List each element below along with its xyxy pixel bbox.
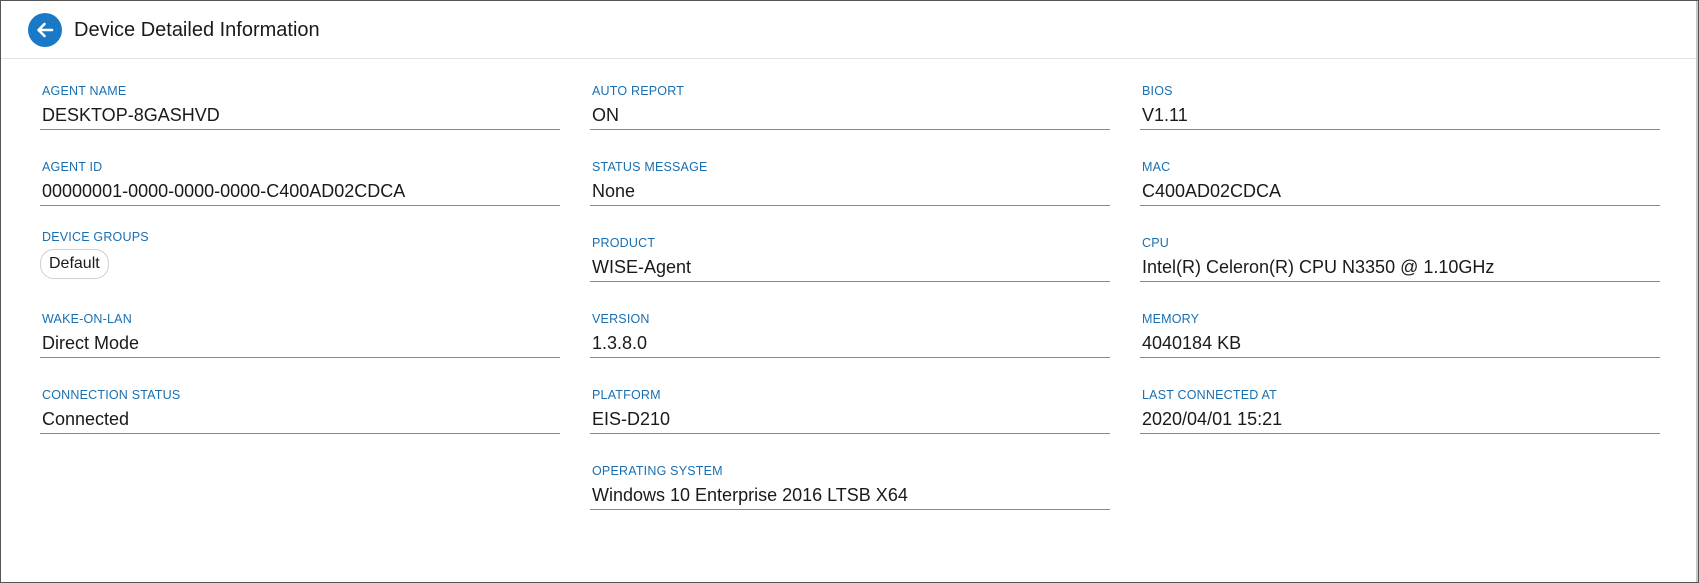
device-group-chip[interactable]: Default (40, 249, 109, 279)
field-agent-id: AGENT ID 00000001-0000-0000-0000-C400AD0… (40, 159, 560, 235)
field-last-connected-at: LAST CONNECTED AT 2020/04/01 15:21 (1140, 387, 1660, 463)
info-column-left: AGENT NAME DESKTOP-8GASHVD AGENT ID 0000… (40, 83, 560, 463)
field-value: Windows 10 Enterprise 2016 LTSB X64 (592, 485, 908, 505)
field-label: BIOS (1142, 84, 1173, 98)
field-bios: BIOS V1.11 (1140, 83, 1660, 159)
field-underline (40, 205, 560, 206)
scrollbar-track[interactable] (1696, 1, 1698, 582)
arrow-left-icon (37, 22, 54, 38)
field-label: VERSION (592, 312, 650, 326)
field-cpu: CPU Intel(R) Celeron(R) CPU N3350 @ 1.10… (1140, 235, 1660, 311)
field-label: CONNECTION STATUS (42, 388, 181, 402)
field-value: ON (592, 105, 619, 125)
field-value: C400AD02CDCA (1142, 181, 1282, 201)
field-platform: PLATFORM EIS-D210 (590, 387, 1110, 463)
field-underline (40, 129, 560, 130)
field-value: Connected (42, 409, 130, 429)
field-underline (590, 433, 1110, 434)
field-underline (1140, 357, 1660, 358)
field-underline (590, 129, 1110, 130)
field-agent-name: AGENT NAME DESKTOP-8GASHVD (40, 83, 560, 159)
field-underline (1140, 205, 1660, 206)
field-underline (590, 509, 1110, 510)
field-label: AUTO REPORT (592, 84, 685, 98)
field-value: Intel(R) Celeron(R) CPU N3350 @ 1.10GHz (1142, 257, 1495, 277)
field-wake-on-lan: WAKE-ON-LAN Direct Mode (40, 311, 560, 387)
field-auto-report: AUTO REPORT ON (590, 83, 1110, 159)
field-label: AGENT NAME (42, 84, 127, 98)
field-label: CPU (1142, 236, 1169, 250)
field-underline (590, 205, 1110, 206)
field-underline (40, 357, 560, 358)
field-underline (1140, 281, 1660, 282)
field-underline (1140, 433, 1660, 434)
field-value: Direct Mode (42, 333, 140, 353)
field-value: EIS-D210 (592, 409, 671, 429)
field-label: WAKE-ON-LAN (42, 312, 132, 326)
page-header: Device Detailed Information (1, 1, 1698, 59)
field-underline (590, 357, 1110, 358)
field-label: AGENT ID (42, 160, 103, 174)
field-operating-system: OPERATING SYSTEM Windows 10 Enterprise 2… (590, 463, 1110, 539)
field-value: 4040184 KB (1142, 333, 1242, 353)
back-button[interactable] (28, 13, 62, 47)
field-mac: MAC C400AD02CDCA (1140, 159, 1660, 235)
field-status-message: STATUS MESSAGE None (590, 159, 1110, 235)
field-label: MAC (1142, 160, 1171, 174)
page-title: Device Detailed Information (74, 19, 320, 41)
field-label: OPERATING SYSTEM (592, 464, 723, 478)
field-label: PRODUCT (592, 236, 656, 250)
field-value: 2020/04/01 15:21 (1142, 409, 1283, 429)
device-detail-panel: Device Detailed Information AGENT NAME D… (0, 0, 1699, 583)
field-label: STATUS MESSAGE (592, 160, 708, 174)
field-value: None (592, 181, 636, 201)
field-value: V1.11 (1142, 105, 1188, 125)
field-label: MEMORY (1142, 312, 1200, 326)
field-product: PRODUCT WISE-Agent (590, 235, 1110, 311)
info-column-right: BIOS V1.11 MAC C400AD02CDCA CPU Intel(R)… (1140, 83, 1660, 463)
info-column-middle: AUTO REPORT ON STATUS MESSAGE None PRODU… (590, 83, 1110, 539)
field-label: LAST CONNECTED AT (1142, 388, 1277, 402)
field-value: 00000001-0000-0000-0000-C400AD02CDCA (42, 181, 406, 201)
field-connection-status: CONNECTION STATUS Connected (40, 387, 560, 463)
field-value: WISE-Agent (592, 257, 692, 277)
field-value: DESKTOP-8GASHVD (42, 105, 220, 125)
field-label: PLATFORM (592, 388, 661, 402)
field-version: VERSION 1.3.8.0 (590, 311, 1110, 387)
field-label: DEVICE GROUPS (42, 230, 149, 244)
field-underline (590, 281, 1110, 282)
field-memory: MEMORY 4040184 KB (1140, 311, 1660, 387)
field-value: 1.3.8.0 (592, 333, 648, 353)
field-underline (40, 433, 560, 434)
field-underline (1140, 129, 1660, 130)
field-device-groups: DEVICE GROUPS Default (40, 230, 560, 311)
